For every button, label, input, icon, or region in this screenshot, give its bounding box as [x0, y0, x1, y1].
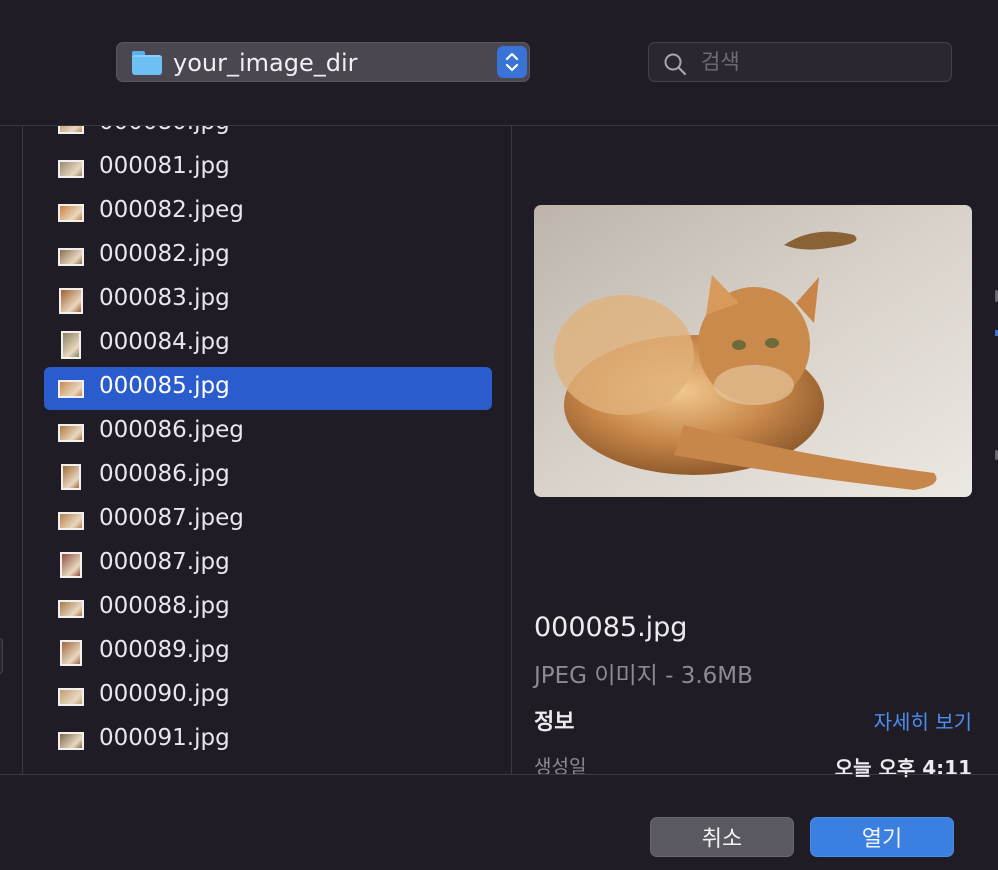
file-name-label: 000091.jpg [99, 725, 230, 751]
sidebar [0, 126, 23, 774]
location-label: your_image_dir [173, 49, 358, 77]
preview-image [534, 205, 972, 497]
file-row[interactable]: 000086.jpg [44, 455, 492, 498]
file-name-label: 000080.jpg [99, 126, 230, 135]
file-row[interactable]: 000089.jpg [44, 631, 492, 674]
image-thumbnail-icon [58, 379, 84, 398]
file-name-label: 000084.jpg [99, 329, 230, 355]
file-name-label: 000087.jpeg [99, 505, 244, 531]
open-button[interactable]: 열기 [810, 817, 954, 857]
file-name-label: 000089.jpg [99, 637, 230, 663]
image-thumbnail-icon [58, 159, 84, 178]
file-name-label: 000088.jpg [99, 593, 230, 619]
file-name-label: 000086.jpeg [99, 417, 244, 443]
file-row[interactable]: 000086.jpeg [44, 411, 492, 454]
cancel-button[interactable]: 취소 [650, 817, 794, 857]
preview-file-name: 000085.jpg [534, 612, 688, 643]
image-thumbnail-icon [58, 687, 84, 706]
search-field[interactable] [648, 42, 952, 82]
file-row[interactable]: 000084.jpg [44, 323, 492, 366]
preview-file-kind: JPEG 이미지 - 3.6MB [534, 663, 753, 689]
image-thumbnail-icon [61, 463, 81, 490]
file-row[interactable]: 000080.jpg [44, 126, 492, 146]
image-thumbnail-icon [61, 330, 81, 359]
location-popup-button[interactable]: your_image_dir [116, 42, 530, 82]
file-row[interactable]: 000082.jpg [44, 235, 492, 278]
toolbar: your_image_dir [0, 0, 998, 126]
file-name-label: 000081.jpg [99, 153, 230, 179]
file-row[interactable]: 000087.jpeg [44, 499, 492, 542]
search-icon [664, 53, 687, 76]
chevron-updown-icon[interactable] [497, 46, 527, 78]
file-row[interactable]: 000081.jpg [44, 147, 492, 190]
image-thumbnail-icon [58, 511, 84, 530]
image-thumbnail-icon [59, 287, 83, 314]
preview-pane: 000085.jpg JPEG 이미지 - 3.6MB 정보 자세히 보기 생성… [513, 126, 998, 780]
file-row[interactable]: 000088.jpg [44, 587, 492, 630]
image-thumbnail-icon [60, 551, 82, 578]
file-name-label: 000083.jpg [99, 285, 230, 311]
file-row[interactable]: 000091.jpg [44, 719, 492, 762]
file-list[interactable]: 000080.jpg 000081.jpg 000082.jpeg 000082.jp… [24, 126, 512, 774]
file-row[interactable]: 000085.jpg [44, 367, 492, 410]
image-thumbnail-icon [58, 423, 84, 442]
file-name-label: 000082.jpeg [99, 197, 244, 223]
search-input[interactable] [701, 47, 941, 77]
image-thumbnail-icon [60, 639, 82, 666]
show-more-link[interactable]: 자세히 보기 [874, 706, 972, 735]
sidebar-resize-handle[interactable] [0, 638, 3, 674]
file-row[interactable]: 000087.jpg [44, 543, 492, 586]
image-thumbnail-icon [58, 599, 84, 618]
file-name-label: 000087.jpg [99, 549, 230, 575]
folder-icon [132, 51, 162, 75]
info-heading: 정보 [534, 710, 575, 735]
file-row[interactable]: 000090.jpg [44, 675, 492, 718]
file-row[interactable]: 000083.jpg [44, 279, 492, 322]
file-name-label: 000090.jpg [99, 681, 230, 707]
file-row[interactable]: 000082.jpeg [44, 191, 492, 234]
image-thumbnail-icon [58, 126, 84, 134]
image-thumbnail-icon [58, 731, 84, 750]
file-name-label: 000082.jpg [99, 241, 230, 267]
button-bar: 취소 열기 [0, 774, 998, 870]
file-name-label: 000085.jpg [99, 373, 230, 399]
file-name-label: 000086.jpg [99, 461, 230, 487]
open-file-dialog: your_image_dir 000080.jpg000081.jpg00008… [0, 0, 998, 870]
image-thumbnail-icon [58, 203, 84, 222]
image-thumbnail-icon [58, 247, 84, 266]
